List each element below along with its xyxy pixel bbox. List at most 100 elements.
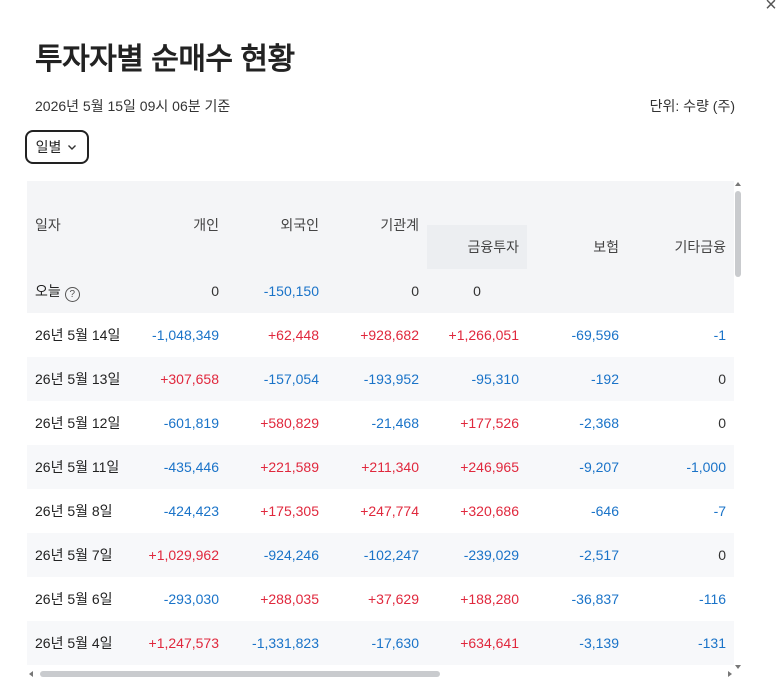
row-foreign: +288,035 [260,591,319,607]
vertical-scroll-thumb[interactable] [735,191,741,277]
today-financial-investment: 0 [427,269,527,313]
row-other-financial: -116 [699,591,727,607]
vertical-scrollbar[interactable] [734,181,742,669]
row-insurance: -69,596 [571,327,619,343]
horizontal-scroll-thumb[interactable] [40,671,440,677]
column-header-date: 일자 [27,181,127,269]
scroll-down-arrow-icon[interactable] [735,665,741,669]
row-insurance: -36,837 [571,591,619,607]
row-institution-total: -102,247 [327,533,427,577]
row-date: 26년 5월 4일 [27,621,127,665]
scroll-up-arrow-icon[interactable] [735,182,741,186]
today-insurance [527,269,627,313]
row-other-financial: -1 [713,327,727,343]
row-insurance: -3,139 [527,621,627,665]
row-institution-total: +928,682 [360,327,419,343]
column-header-foreign: 외국인 [227,181,327,269]
row-other-financial: -131 [627,621,734,665]
page-title: 투자자별 순매수 현황 [35,43,295,76]
row-individual: +307,658 [127,357,227,401]
row-financial-investment: +634,641 [427,621,527,665]
today-row: 오늘? 0 -150,150 0 0 [27,269,734,313]
row-other-financial: 0 [718,415,727,431]
column-header-other-financial: 기타금융 [627,225,734,269]
table-row: 26년 5월 13일 +307,658 -157,054 -193,952 -95,31… [27,357,734,401]
close-button[interactable]: × [760,0,780,16]
table-row: 26년 5월 12일 -601,819 +580,829 -21,468 +177,52… [27,401,734,445]
row-individual: -293,030 [163,591,219,607]
row-date: 26년 5월 7일 [27,533,127,577]
row-insurance: -9,207 [527,445,627,489]
row-individual: +1,247,573 [127,621,227,665]
column-header-individual: 개인 [127,181,227,269]
scroll-left-arrow-icon[interactable] [29,671,33,677]
row-financial-investment: -239,029 [427,533,527,577]
row-individual: -1,048,349 [152,327,219,343]
today-institution-total: 0 [327,269,427,313]
column-header-institution-total: 기관계 [327,181,427,269]
row-insurance: -2,517 [527,533,627,577]
row-institution-total: -193,952 [327,357,427,401]
table-row: 26년 5월 8일 -424,423 +175,305 +247,774 +320,68… [27,489,734,533]
period-dropdown-label: 일별 [35,139,62,155]
row-institution-total: +211,340 [327,445,427,489]
row-financial-investment: +188,280 [460,591,519,607]
row-financial-investment: +1,266,051 [448,327,519,343]
timestamp: 2026년 5월 15일 09시 06분 기준 [35,98,231,114]
row-date: 26년 5월 8일 [35,503,113,519]
unit-label: 단위: 수량 (주) [649,98,735,114]
table-row: 26년 5월 6일 -293,030 +288,035 +37,629 +188,280… [27,577,734,621]
row-individual: +1,029,962 [127,533,227,577]
row-financial-investment: -95,310 [427,357,527,401]
row-insurance: -2,368 [579,415,619,431]
row-date: 26년 5월 6일 [35,591,113,607]
today-individual: 0 [127,269,227,313]
row-institution-total: -17,630 [327,621,427,665]
row-financial-investment: +177,526 [460,415,519,431]
info-icon[interactable]: ? [64,286,80,302]
row-other-financial: 0 [627,533,734,577]
row-financial-investment: +246,965 [427,445,527,489]
period-dropdown[interactable]: 일별 [25,130,89,164]
row-insurance: -646 [590,503,619,519]
row-individual: -424,423 [163,503,219,519]
row-date: 26년 5월 12일 [35,415,121,431]
investor-table-container[interactable]: 일자 개인 외국인 기관계 금융투자 보험 기타금융 오늘? 0 -150,15… [27,181,734,665]
horizontal-scrollbar[interactable] [27,670,734,678]
row-date: 26년 5월 13일 [27,357,127,401]
row-other-financial: 0 [627,357,734,401]
row-date: 26년 5월 14일 [35,327,121,343]
row-institution-total: +37,629 [368,591,419,607]
table-row: 26년 5월 11일 -435,446 +221,589 +211,340 +246,9… [27,445,734,489]
today-label: 오늘 [35,282,61,299]
row-other-financial: -7 [713,503,727,519]
today-label-cell: 오늘? [27,269,127,313]
row-institution-total: +247,774 [360,503,419,519]
scroll-right-arrow-icon[interactable] [728,671,732,677]
table-row: 26년 5월 4일 +1,247,573 -1,331,823 -17,630 +634… [27,621,734,665]
row-foreign: -1,331,823 [227,621,327,665]
row-financial-investment: +320,686 [460,503,519,519]
column-header-insurance: 보험 [527,225,627,269]
row-foreign: +62,448 [268,327,319,343]
row-individual: -435,446 [127,445,227,489]
row-foreign: +221,589 [227,445,327,489]
investor-net-buy-table: 일자 개인 외국인 기관계 금융투자 보험 기타금융 오늘? 0 -150,15… [27,181,734,665]
row-institution-total: -21,468 [371,415,419,431]
row-foreign: +175,305 [260,503,319,519]
row-foreign: -924,246 [227,533,327,577]
column-header-financial-investment: 금융투자 [427,225,527,269]
row-date: 26년 5월 11일 [27,445,127,489]
table-row: 26년 5월 7일 +1,029,962 -924,246 -102,247 -239,… [27,533,734,577]
table-row: 26년 5월 14일 -1,048,349 +62,448 +928,682 +1,26… [27,313,734,357]
today-foreign: -150,150 [227,269,327,313]
close-icon: × [765,0,777,16]
row-foreign: +580,829 [260,415,319,431]
row-insurance: -192 [527,357,627,401]
chevron-down-icon [68,145,77,150]
row-foreign: -157,054 [227,357,327,401]
column-header-group-spacer [427,181,734,225]
row-individual: -601,819 [163,415,219,431]
row-other-financial: -1,000 [627,445,734,489]
today-other-financial [627,269,734,313]
